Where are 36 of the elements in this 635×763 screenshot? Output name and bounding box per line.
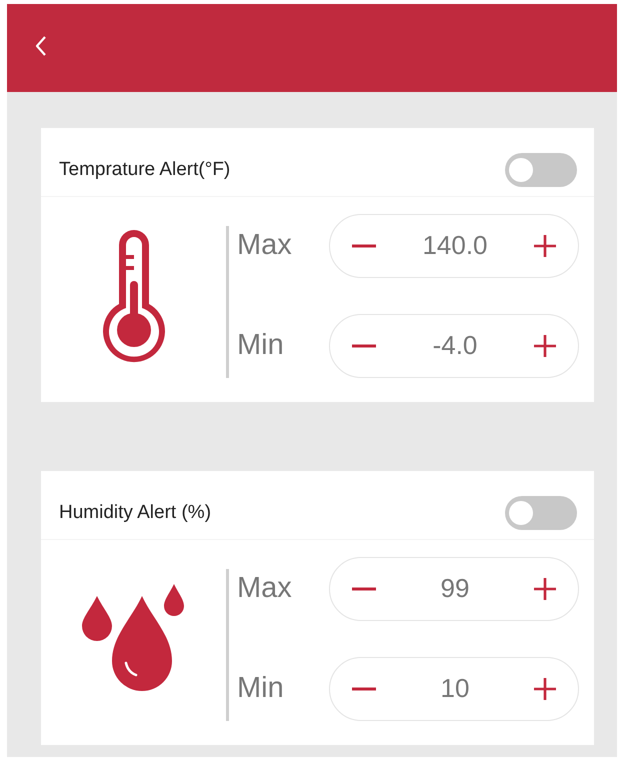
back-button[interactable]: [35, 35, 47, 57]
minus-button[interactable]: [352, 244, 376, 248]
chevron-left-icon: [35, 35, 47, 57]
plus-icon: [534, 578, 556, 600]
limit-label: Max: [237, 229, 293, 262]
thermometer-icon: [100, 228, 166, 362]
plus-icon: [534, 334, 556, 356]
value-stepper[interactable]: 140.0: [329, 214, 579, 278]
plus-button[interactable]: [534, 234, 556, 256]
limit-label: Max: [237, 572, 293, 605]
minus-icon: [352, 344, 376, 348]
stepper-value: -4.0: [432, 330, 478, 361]
plus-button[interactable]: [534, 578, 556, 600]
plus-button[interactable]: [534, 678, 556, 700]
plus-icon: [534, 234, 556, 256]
value-stepper[interactable]: 10: [329, 656, 579, 720]
plus-button[interactable]: [534, 334, 556, 356]
water-drops-icon: [82, 584, 186, 694]
limit-label: Min: [237, 672, 285, 705]
alert-toggle[interactable]: [505, 153, 577, 187]
plus-icon: [534, 678, 556, 700]
minus-button[interactable]: [352, 344, 376, 348]
minus-button[interactable]: [352, 686, 376, 690]
minus-icon: [352, 586, 376, 590]
alert-toggle[interactable]: [505, 496, 577, 530]
alert-title: Humidity Alert (%): [59, 502, 212, 524]
value-stepper[interactable]: -4.0: [329, 314, 579, 378]
minus-button[interactable]: [352, 586, 376, 590]
stepper-value: 10: [440, 673, 470, 704]
stepper-value: 140.0: [422, 230, 488, 261]
value-stepper[interactable]: 99: [329, 556, 579, 620]
minus-icon: [352, 686, 376, 690]
limit-label: Min: [237, 329, 285, 362]
stepper-value: 99: [440, 573, 470, 604]
alert-title: Temprature Alert(°F): [59, 159, 230, 181]
minus-icon: [352, 244, 376, 248]
